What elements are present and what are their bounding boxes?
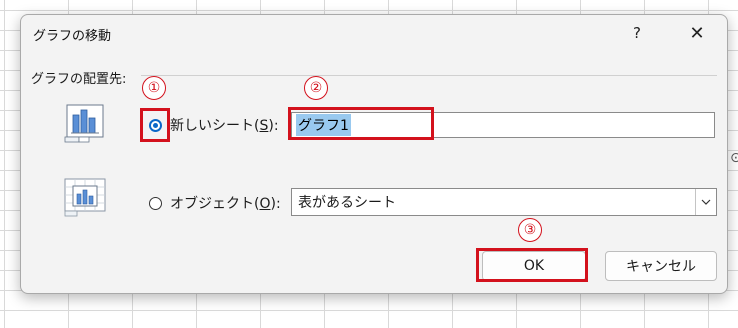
dialog-title: グラフの移動	[33, 29, 112, 44]
highlight-new-sheet-radio	[140, 108, 170, 142]
close-button[interactable]: ✕	[677, 19, 717, 47]
move-chart-dialog: グラフの移動 ? ✕ グラフの配置先: 新しいシート(S): グラフ1 オブジェ…	[20, 14, 728, 294]
object-sheet-select[interactable]: 表があるシート	[291, 188, 717, 216]
group-divider	[141, 75, 717, 76]
object-in-label: オブジェクト(O):	[170, 196, 281, 212]
step-marker-3: ③	[518, 218, 542, 242]
step-marker-1: ①	[142, 76, 166, 100]
step-marker-2: ②	[304, 76, 328, 100]
placement-group-label: グラフの配置先:	[31, 72, 127, 87]
highlight-ok-button	[476, 248, 588, 282]
object-in-radio[interactable]	[149, 196, 162, 210]
help-button[interactable]: ?	[617, 19, 657, 47]
object-sheet-value: 表があるシート	[298, 195, 396, 211]
new-sheet-label: 新しいシート(S):	[170, 118, 279, 134]
chevron-down-icon[interactable]	[695, 189, 716, 215]
object-in-option[interactable]: オブジェクト(O):	[149, 193, 281, 213]
embedded-chart-icon	[63, 177, 109, 217]
highlight-sheet-name	[288, 107, 434, 140]
sheet-edge-glyph: ⊙	[730, 150, 738, 166]
chart-sheet-icon	[63, 103, 109, 143]
cancel-button[interactable]: キャンセル	[605, 251, 717, 281]
